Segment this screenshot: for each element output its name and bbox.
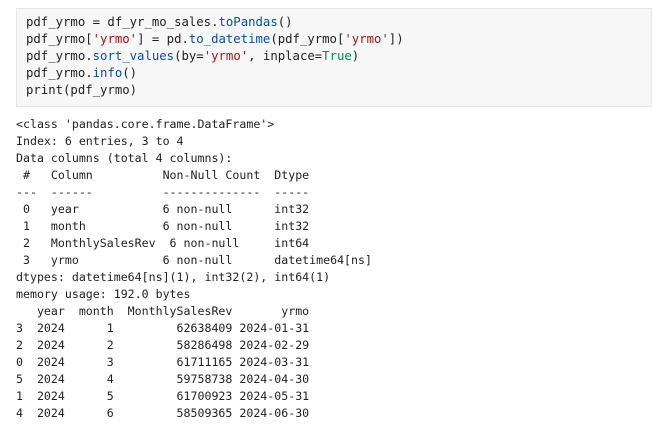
output-line: <class 'pandas.core.frame.DataFrame'> [16,117,275,131]
code-line[interactable]: pdf_yrmo = df_yr_mo_sales.toPandas() [26,14,404,31]
output-line: 2 2024 2 58286498 2024-02-29 [16,338,310,352]
output-line: 0 year 6 non-null int32 [16,202,310,216]
code-token: True [322,49,352,63]
code-token: 'yrmo' [92,32,138,46]
output-line: Data columns (total 4 columns): [16,151,233,165]
output-line: memory usage: 192.0 bytes [16,287,191,301]
code-token: () [122,66,138,80]
output-line: # Column Non-Null Count Dtype [16,168,310,182]
code-token: , inplace= [248,49,323,63]
output-line: dtypes: datetime64[ns](1), int32(2), int… [16,270,331,284]
output-line: Index: 6 entries, 3 to 4 [16,134,184,148]
code-line[interactable]: pdf_yrmo.sort_values(by='yrmo', inplace=… [26,48,404,65]
code-line[interactable]: print(pdf_yrmo) [26,82,404,99]
output-line: 2 MonthlySalesRev 6 non-null int64 [16,236,310,250]
code-token: ] = pd. [137,32,189,46]
output-line: 0 2024 3 61711165 2024-03-31 [16,355,310,369]
output-line: 3 yrmo 6 non-null datetime64[ns] [16,253,372,267]
output-line: year month MonthlySalesRev yrmo [16,304,310,318]
code-token: info [92,66,123,80]
code-token: () [277,15,293,29]
output-line: --- ------ -------------- ----- [16,185,310,199]
code-token: (pdf_yrmo[ [270,32,345,46]
code-token: toPandas [218,15,278,29]
code-token: to_datetime [188,32,271,46]
code-token: print(pdf_yrmo) [26,83,138,97]
code-line[interactable]: pdf_yrmo.info() [26,65,404,82]
code-token: ]) [388,32,404,46]
code-token: pdf_yrmo[ [26,32,93,46]
output-line: 4 2024 6 58509365 2024-06-30 [16,406,310,420]
code-token: 'yrmo' [344,32,389,46]
code-token: pdf_yrmo. [26,49,93,63]
code-cell-input[interactable]: pdf_yrmo = df_yr_mo_sales.toPandas() pdf_… [16,8,652,107]
code-token: pdf_yrmo. [26,66,93,80]
code-token: sort_values [92,49,175,63]
code-line[interactable]: pdf_yrmo['yrmo'] = pd.to_datetime(pdf_yr… [26,31,404,48]
code-token: (by= [174,49,204,63]
output-line: 3 2024 1 62638409 2024-01-31 [16,321,310,335]
output-line: 5 2024 4 59758738 2024-04-30 [16,372,310,386]
output-line: 1 2024 5 61700923 2024-05-31 [16,389,310,403]
code-editor[interactable]: pdf_yrmo = df_yr_mo_sales.toPandas() pdf_… [26,14,404,99]
cell-output: <class 'pandas.core.frame.DataFrame'> Ind… [16,116,372,422]
code-token: ) [351,49,360,63]
code-token: 'yrmo' [203,49,249,63]
code-token: pdf_yrmo = df_yr_mo_sales. [26,15,219,29]
output-line: 1 month 6 non-null int32 [16,219,310,233]
